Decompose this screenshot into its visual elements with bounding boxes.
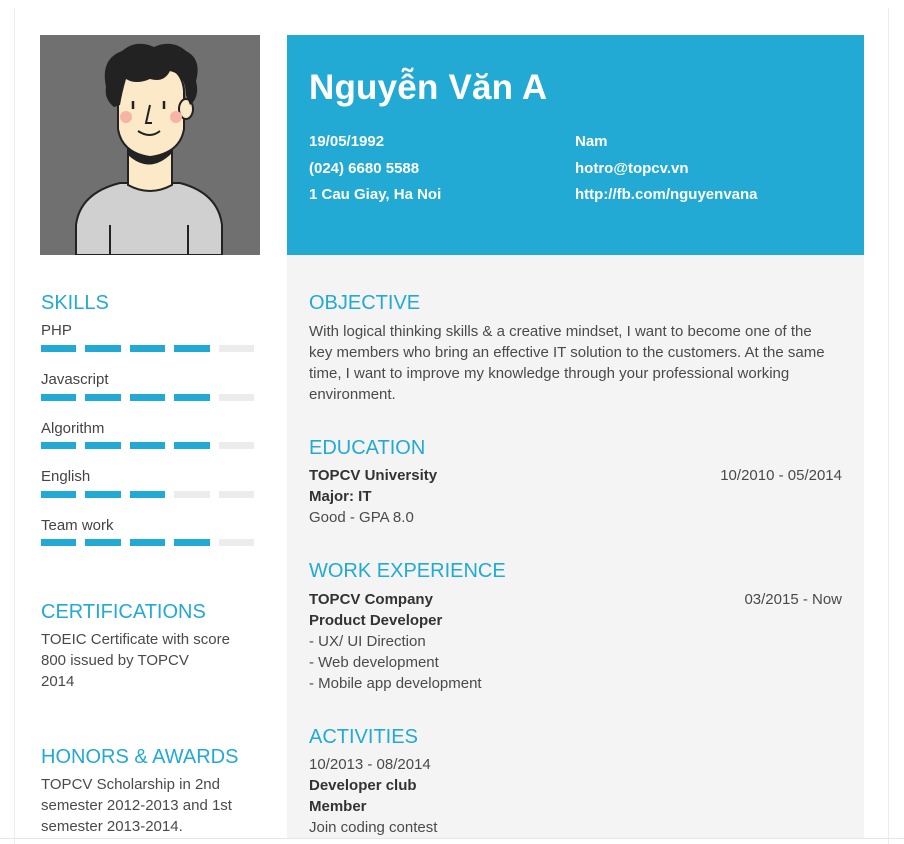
text-line: 2014 [41, 673, 75, 690]
work-company: TOPCV Company [309, 591, 433, 608]
skill-segment-filled [41, 539, 77, 546]
skill-segment-filled [174, 539, 210, 546]
profile-header: Nguyễn Văn A 19/05/1992 Nam (024) 6680 5… [287, 35, 864, 255]
text-line: 800 issued by TOPCV [41, 652, 189, 669]
work-role: Product Developer [309, 612, 443, 629]
skill-segment-filled [41, 345, 77, 352]
list-item: - UX/ UI Direction [309, 633, 426, 650]
certifications-title: CERTIFICATIONS [41, 601, 206, 623]
skill-segment-empty [218, 345, 255, 352]
work-experience-title: WORK EXPERIENCE [309, 560, 506, 582]
text-line: TOEIC Certificate with score [41, 631, 230, 648]
certifications-text: TOEIC Certificate with score 800 issued … [41, 629, 256, 692]
skill-segment-empty [218, 442, 255, 449]
skill-segment-filled [129, 345, 166, 352]
skill-segment-filled [85, 345, 121, 352]
skill-segment-filled [129, 491, 166, 498]
list-item: - Web development [309, 654, 439, 671]
activities-org: Developer club [309, 777, 417, 794]
text-line: key members who bring an effective IT so… [309, 344, 825, 361]
gender: Nam [575, 133, 608, 150]
date-of-birth: 19/05/1992 [309, 133, 385, 150]
website-link[interactable]: http://fb.com/nguyenvana [575, 186, 758, 203]
skill-label: Algorithm [41, 420, 105, 437]
skill-segment-empty [174, 491, 210, 498]
objective-title: OBJECTIVE [309, 292, 421, 314]
skill-bar [41, 394, 255, 401]
education-gpa: Good - GPA 8.0 [309, 509, 414, 526]
skill-label: Javascript [41, 371, 109, 388]
skill-segment-filled [41, 442, 77, 449]
page-border-right [888, 8, 889, 844]
skill-segment-filled [174, 345, 210, 352]
skills-title: SKILLS [41, 292, 109, 314]
page-border-left [14, 8, 15, 844]
activities-role: Member [309, 798, 367, 815]
education-title: EDUCATION [309, 437, 426, 459]
skill-segment-filled [41, 491, 77, 498]
page-bottom-edge [0, 838, 904, 839]
skill-label: English [41, 468, 91, 485]
education-school: TOPCV University [309, 467, 438, 484]
text-line: semester 2012-2013 and 1st [41, 797, 232, 814]
skill-segment-filled [129, 539, 166, 546]
skill-segment-filled [129, 442, 166, 449]
text-line: environment. [309, 386, 396, 403]
skill-segment-filled [174, 442, 210, 449]
education-major: Major: IT [309, 488, 372, 505]
objective-text: With logical thinking skills & a creativ… [309, 321, 854, 405]
text-line: With logical thinking skills & a creativ… [309, 323, 812, 340]
skill-segment-filled [129, 394, 166, 401]
skill-label: PHP [41, 322, 72, 339]
email: hotro@topcv.vn [575, 160, 689, 177]
text-line: TOPCV Scholarship in 2nd [41, 776, 220, 793]
skill-segment-filled [85, 491, 121, 498]
activities-title: ACTIVITIES [309, 726, 418, 748]
activities-period: 10/2013 - 08/2014 [309, 756, 431, 773]
skill-segment-filled [174, 394, 210, 401]
skill-segment-filled [41, 394, 77, 401]
awards-text: TOPCV Scholarship in 2nd semester 2012-2… [41, 774, 256, 837]
skill-segment-filled [85, 442, 121, 449]
skill-bar [41, 539, 255, 546]
avatar-illustration [75, 43, 223, 255]
work-period: 03/2015 - Now [744, 591, 842, 608]
skill-bar [41, 442, 255, 449]
activities-desc: Join coding contest [309, 819, 438, 836]
candidate-name: Nguyễn Văn A [309, 68, 548, 107]
skill-segment-filled [85, 539, 121, 546]
skill-segment-filled [85, 394, 121, 401]
work-tasks: - UX/ UI Direction - Web development - M… [309, 631, 482, 694]
phone: (024) 6680 5588 [309, 160, 420, 177]
awards-title: HONORS & AWARDS [41, 746, 239, 768]
text-line: semester 2013-2014. [41, 818, 183, 835]
address: 1 Cau Giay, Ha Noi [309, 186, 442, 203]
list-item: - Mobile app development [309, 675, 482, 692]
education-period: 10/2010 - 05/2014 [720, 467, 842, 484]
skill-segment-empty [218, 491, 255, 498]
skill-bar [41, 491, 255, 498]
skill-segment-empty [218, 394, 255, 401]
avatar [40, 35, 260, 255]
skill-bar [41, 345, 255, 352]
skill-label: Team work [41, 517, 114, 534]
text-line: time, I want to improve my knowledge thr… [309, 365, 790, 382]
skill-segment-empty [218, 539, 255, 546]
